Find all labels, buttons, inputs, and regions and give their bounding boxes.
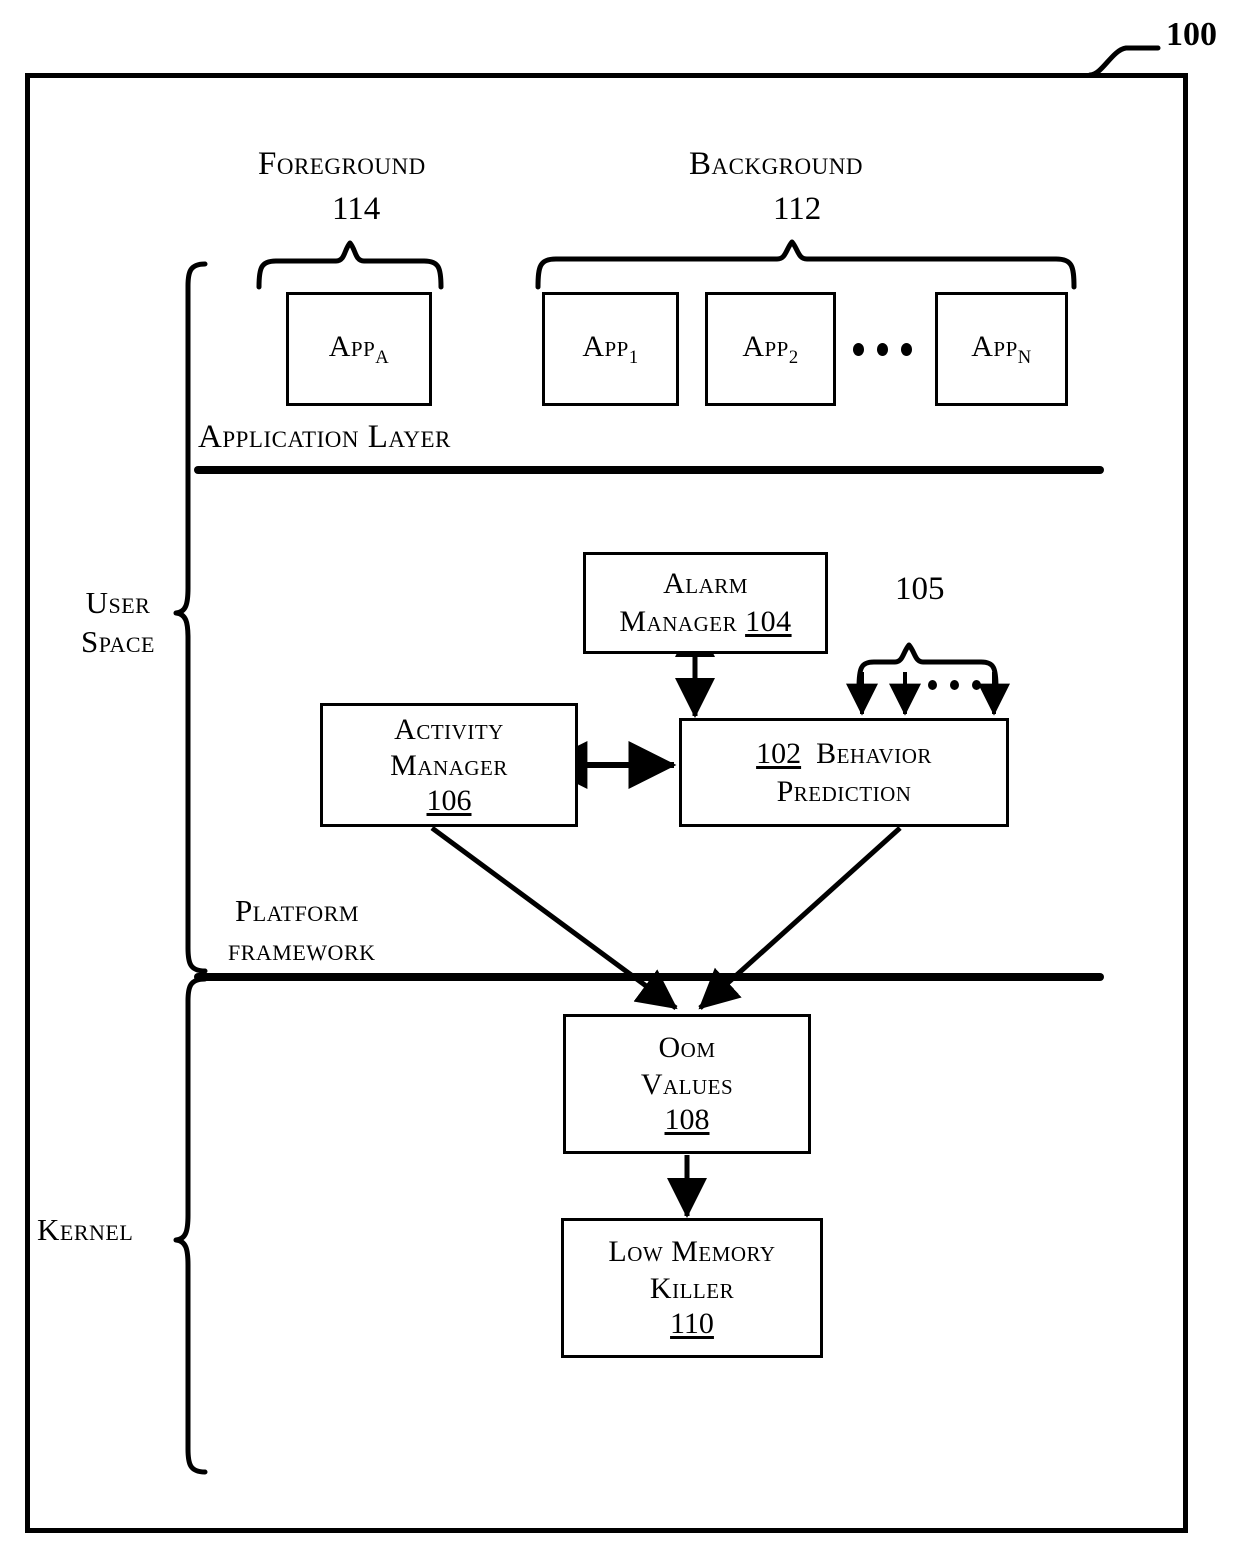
low-memory-killer-line2: Killer <box>649 1272 735 1305</box>
kernel-label: Kernel <box>37 1212 134 1247</box>
background-ref-112: 112 <box>773 191 822 227</box>
foreground-ref-114: 114 <box>332 191 381 227</box>
app-box-background-2[interactable]: App2 <box>705 292 836 406</box>
low-memory-killer-line1: Low Memory <box>608 1235 776 1268</box>
activity-manager-line2: Manager <box>390 748 508 782</box>
oom-values-line1: Oom <box>658 1031 716 1064</box>
behavior-prediction-block[interactable]: 102 Behavior Prediction <box>679 718 1009 827</box>
user-space-label-line1: User <box>85 585 151 620</box>
foreground-brace <box>256 240 444 290</box>
low-memory-killer-block[interactable]: Low Memory Killer 110 <box>561 1218 823 1358</box>
activity-to-oom-arrow <box>430 825 678 1011</box>
app-box-label: App1 <box>582 329 639 368</box>
activity-manager-block[interactable]: Activity Manager 106 <box>320 703 578 827</box>
user-space-brace <box>173 261 208 974</box>
oom-values-ref: 108 <box>664 1103 710 1136</box>
apps-ellipsis-dots <box>853 343 912 356</box>
kernel-brace <box>173 976 208 1475</box>
figure-canvas: 100 Foreground 114 Background 112 AppA A… <box>0 0 1240 1554</box>
activity-manager-line1: Activity <box>394 712 504 746</box>
oom-values-line2: Values <box>640 1068 734 1101</box>
app-box-background-1[interactable]: App1 <box>542 292 679 406</box>
platform-framework-label-line1: Platform <box>235 893 359 928</box>
foreground-label: Foreground <box>258 146 426 182</box>
app-box-background-n[interactable]: AppN <box>935 292 1068 406</box>
alarm-manager-ref: 104 <box>745 605 792 638</box>
behavior-prediction-line1: 102 Behavior <box>756 736 932 770</box>
app-box-foreground-a[interactable]: AppA <box>286 292 432 406</box>
figure-leader-line <box>1087 45 1161 78</box>
background-label: Background <box>689 146 863 182</box>
alarm-manager-block[interactable]: Alarm Manager 104 <box>583 552 828 654</box>
background-brace <box>535 239 1077 290</box>
alarm-manager-line1: Alarm <box>663 567 748 600</box>
alarm-manager-line2: Manager 104 <box>619 605 792 638</box>
platform-framework-label-line2: framework <box>228 932 376 967</box>
figure-number: 100 <box>1166 16 1217 53</box>
app-box-label: AppA <box>328 329 390 368</box>
oom-values-block[interactable]: Oom Values 108 <box>563 1014 811 1154</box>
input-group-ref-105: 105 <box>895 571 945 607</box>
app-box-label: App2 <box>742 329 799 368</box>
user-space-label-line2: Space <box>81 624 155 659</box>
behavior-to-oom-arrow <box>698 826 902 1010</box>
low-memory-killer-ref: 110 <box>670 1307 714 1340</box>
app-box-label: AppN <box>971 329 1032 368</box>
behavior-prediction-line2: Prediction <box>776 774 912 808</box>
activity-manager-ref: 106 <box>426 783 472 817</box>
input-arrows-ellipsis-dots <box>928 680 981 690</box>
application-layer-label: Application Layer <box>198 419 451 455</box>
behavior-prediction-ref: 102 <box>756 736 802 770</box>
